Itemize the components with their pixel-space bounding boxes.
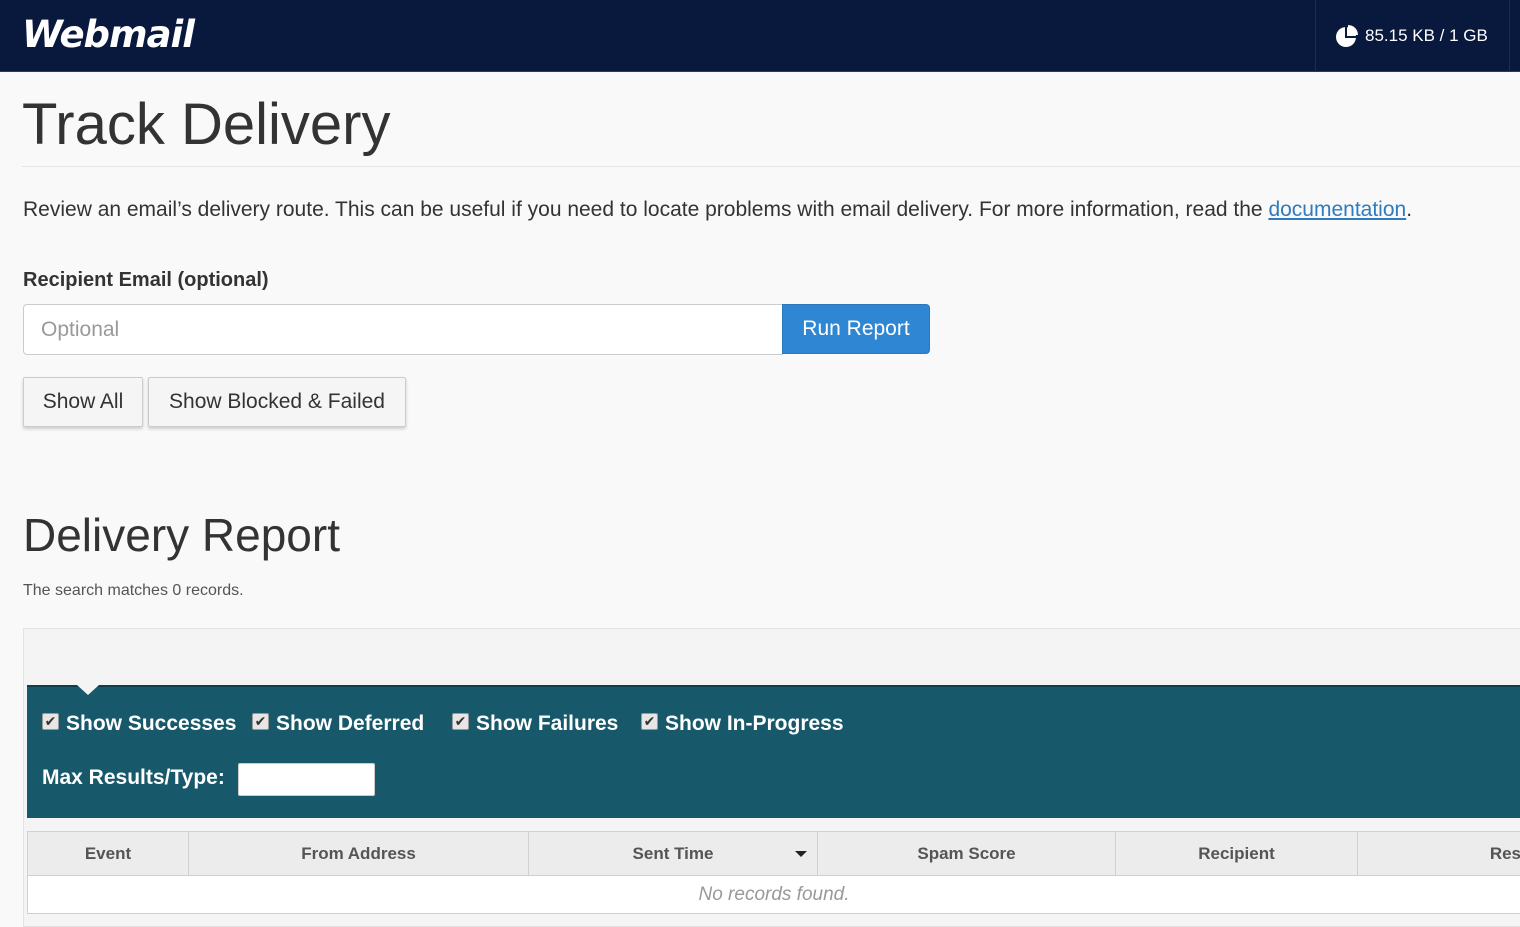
checkbox-checked-icon[interactable]: ✔ [641, 712, 658, 730]
empty-message: No records found. [698, 883, 850, 905]
column-header-event[interactable]: Event [28, 832, 189, 876]
filter-label: Show Failures [476, 712, 619, 735]
match-count-text: The search matches 0 records. [23, 582, 244, 599]
column-header-sent-time[interactable]: Sent Time [529, 832, 818, 876]
filter-show-successes[interactable]: ✔ Show Successes [42, 712, 236, 736]
intro-text: Review an email’s delivery route. This c… [23, 198, 1269, 221]
max-results-label: Max Results/Type: [42, 766, 225, 789]
filter-panel [27, 685, 1520, 818]
empty-table-row: No records found. [27, 876, 1520, 914]
run-report-button[interactable]: Run Report [782, 304, 930, 354]
recipient-email-input[interactable] [23, 304, 783, 355]
delivery-report-title: Delivery Report [23, 509, 340, 561]
show-blocked-failed-button[interactable]: Show Blocked & Failed [148, 377, 406, 427]
column-header-label: Sent Time [632, 844, 714, 863]
checkbox-checked-icon[interactable]: ✔ [42, 712, 59, 730]
filter-show-in-progress[interactable]: ✔ Show In-Progress [641, 712, 844, 736]
table-header: Event From Address Sent Time Spam Score … [27, 831, 1520, 876]
webmail-logo[interactable]: Webmail [22, 14, 195, 56]
column-header-from-address[interactable]: From Address [189, 832, 529, 876]
documentation-link[interactable]: documentation [1268, 198, 1406, 221]
pie-chart-icon [1336, 25, 1358, 47]
quota-text: 85.15 KB / 1 GB [1365, 26, 1488, 45]
title-divider [22, 166, 1520, 167]
column-header-result[interactable]: Res [1358, 832, 1520, 876]
column-header-recipient[interactable]: Recipient [1116, 832, 1358, 876]
intro-paragraph: Review an email’s delivery route. This c… [23, 196, 1412, 224]
filter-label: Show In-Progress [665, 712, 844, 735]
max-results-input[interactable] [238, 763, 375, 796]
recipient-email-label: Recipient Email (optional) [23, 269, 269, 291]
checkbox-checked-icon[interactable]: ✔ [452, 712, 469, 730]
intro-end: . [1406, 198, 1413, 221]
filter-label: Show Successes [66, 712, 237, 735]
filter-show-failures[interactable]: ✔ Show Failures [452, 712, 618, 736]
page-title: Track Delivery [22, 92, 391, 157]
show-all-button[interactable]: Show All [23, 377, 143, 427]
top-navbar: Webmail 85.15 KB / 1 GB [0, 0, 1520, 72]
sort-descending-icon [795, 851, 807, 857]
panel-pointer [77, 685, 99, 695]
filter-show-deferred[interactable]: ✔ Show Deferred [252, 712, 424, 736]
filter-label: Show Deferred [276, 712, 425, 735]
disk-quota[interactable]: 85.15 KB / 1 GB [1315, 0, 1510, 72]
column-header-spam-score[interactable]: Spam Score [818, 832, 1116, 876]
checkbox-checked-icon[interactable]: ✔ [252, 712, 269, 730]
